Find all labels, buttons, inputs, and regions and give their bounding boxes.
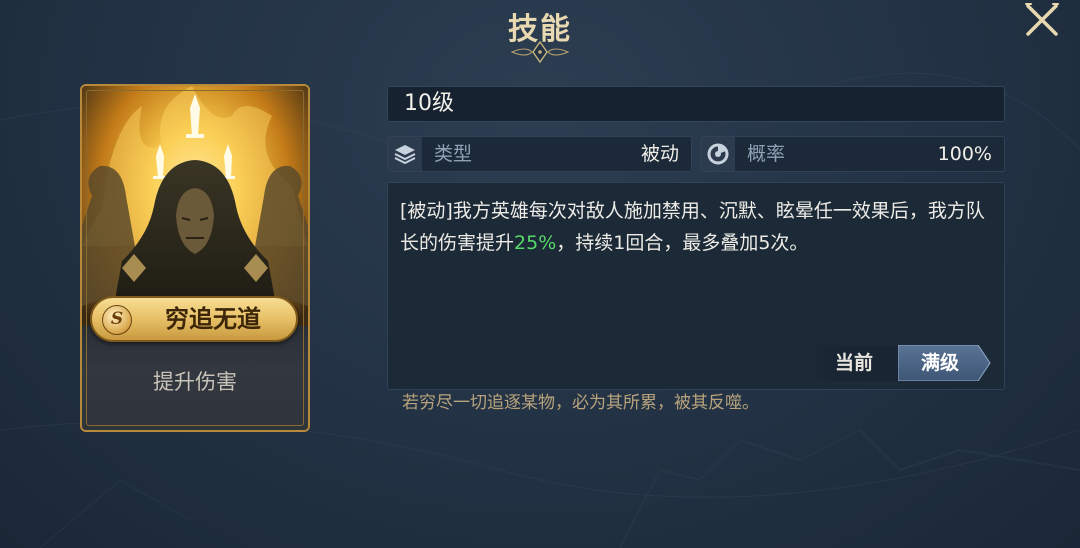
description-highlight: 25% (514, 232, 557, 254)
rate-value: 100% (937, 143, 992, 165)
rank-badge: S (102, 305, 132, 335)
layers-icon (388, 137, 422, 171)
close-button[interactable] (1022, 2, 1062, 38)
skill-name-plate: S 穷追无道 (90, 296, 298, 342)
rate-label: 概率 (747, 143, 786, 165)
description-text-post: ，持续1回合，最多叠加5次。 (556, 232, 809, 254)
tab-max-level[interactable]: 满级 (898, 345, 992, 381)
skill-card: S 穷追无道 提升伤害 (80, 84, 310, 432)
tab-current[interactable]: 当前 (808, 345, 900, 381)
type-value: 被动 (640, 143, 679, 165)
skill-name: 穷追无道 (165, 305, 261, 333)
type-label: 类型 (434, 143, 473, 165)
title-ornament (90, 40, 990, 64)
pie-chart-icon (701, 137, 735, 171)
close-icon (1025, 3, 1059, 36)
skill-level: 10级 (404, 91, 454, 116)
skill-description: [被动]我方英雄每次对敌人施加禁用、沉默、眩晕任一效果后，我方队长的伤害提升25… (400, 195, 996, 259)
skill-tag: 提升伤害 (153, 370, 237, 394)
flavor-text: 若穷尽一切追逐某物，必为其所累，被其反噬。 (402, 393, 759, 413)
tab-max-label: 满级 (920, 352, 959, 374)
level-bar: 10级 (387, 86, 1005, 122)
type-info: 类型 被动 (387, 136, 692, 172)
rate-info: 概率 100% (700, 136, 1005, 172)
